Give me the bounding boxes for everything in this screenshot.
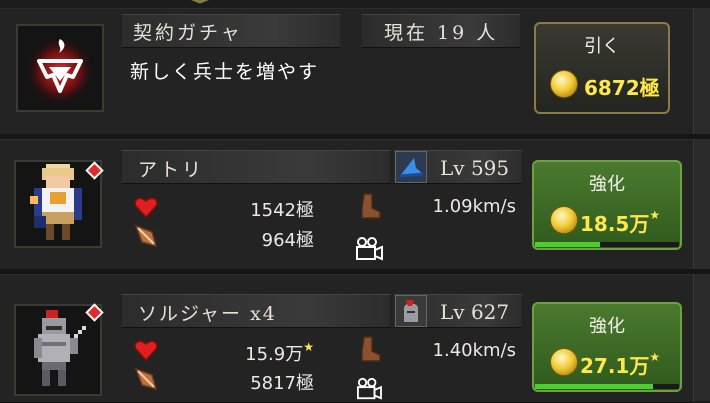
top-ornament (190, 0, 210, 4)
attack-value: 5817極 (250, 373, 314, 394)
unit-level: Lv 595 (440, 156, 510, 180)
upgrade-price: 27.1万★ (580, 350, 660, 379)
boot-icon (361, 336, 381, 362)
upgrade-label: 強化 (589, 316, 625, 337)
unit-name: ソルジャー x4 (138, 303, 277, 325)
upgrade-price-value: 27.1万 (580, 354, 650, 378)
upgrade-button-atori[interactable]: 強化 18.5万★ (532, 160, 682, 250)
upgrade-label: 強化 (589, 174, 625, 195)
draw-button-label: 引く (584, 36, 620, 57)
attack-value: 964極 (261, 230, 314, 251)
atori-sprite-icon (30, 164, 82, 240)
unit-name: アトリ (138, 159, 205, 181)
red-emblem-icon (26, 37, 94, 105)
gold-coin-icon (550, 70, 578, 98)
scroll-edge (693, 8, 710, 134)
upgrade-progress-bar (535, 242, 679, 247)
gacha-subtitle: 新しく兵士を増やす (130, 61, 320, 83)
upgrade-progress-bar (535, 384, 679, 389)
video-camera-icon[interactable] (354, 236, 384, 262)
sword-icon (134, 367, 158, 391)
heart-icon (134, 197, 158, 218)
boot-icon (361, 193, 381, 219)
gold-coin-icon (550, 206, 578, 234)
video-camera-icon[interactable] (354, 377, 384, 401)
gacha-title: 契約ガチャ (133, 22, 243, 44)
gold-coin-icon (550, 348, 578, 376)
scroll-edge (693, 274, 710, 401)
draw-price: 6872極 (584, 76, 660, 100)
blue-hat-icon (395, 151, 427, 183)
scroll-edge (693, 139, 710, 269)
star-icon: ★ (649, 350, 661, 364)
upgrade-price: 18.5万★ (580, 208, 660, 237)
hp-value: 15.9万★ (245, 340, 314, 366)
unit-portrait-soldier[interactable] (14, 304, 102, 396)
upgrade-price-value: 18.5万 (580, 212, 650, 236)
speed-value: 1.40km/s (432, 340, 516, 361)
draw-button[interactable]: 引く 6872極 (534, 22, 670, 114)
hp-value-text: 15.9万 (245, 344, 304, 365)
gacha-emblem-slot (16, 24, 104, 112)
unit-level: Lv 627 (440, 300, 510, 324)
soldier-sprite-icon (34, 310, 86, 386)
star-icon: ★ (649, 208, 661, 222)
hp-value: 1542極 (250, 200, 314, 221)
upgrade-button-soldier[interactable]: 強化 27.1万★ (532, 302, 682, 392)
speed-value: 1.09km/s (432, 196, 516, 217)
heart-icon (134, 340, 158, 361)
star-icon: ★ (303, 340, 314, 354)
sword-icon (134, 224, 158, 248)
member-count: 現在 19 人 (384, 22, 499, 44)
red-helmet-icon (395, 295, 427, 327)
